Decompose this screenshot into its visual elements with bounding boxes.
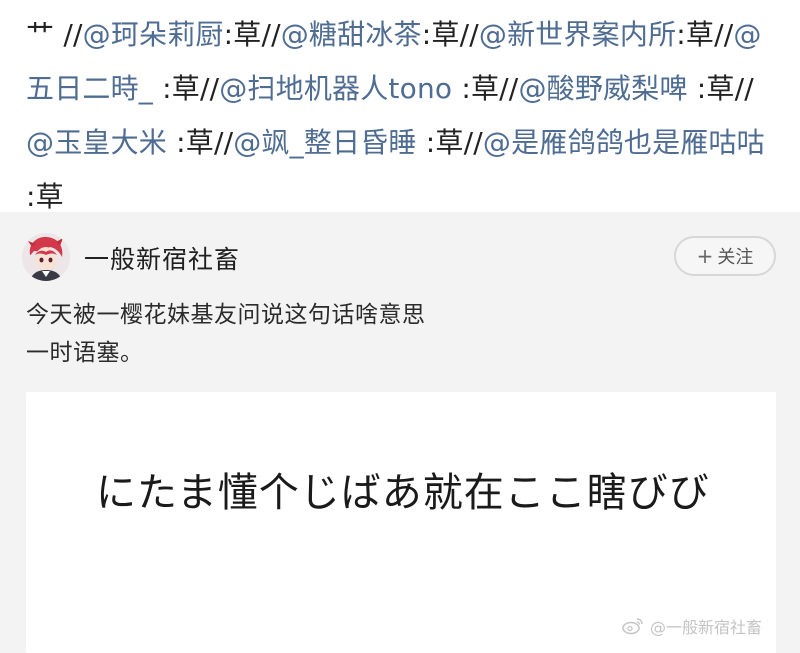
mention-link[interactable]: @玉皇大米: [26, 126, 176, 159]
repost-entry: //@飒_整日昏睡 :草: [214, 126, 464, 159]
mention-link[interactable]: @飒_整日昏睡: [233, 126, 426, 159]
repost-reply: 草: [233, 18, 262, 51]
repost-entry: //@扫地机器人tono :草: [200, 72, 499, 105]
mention-link[interactable]: @是雁鸽鸽也是雁咕咕: [483, 126, 765, 159]
follow-button[interactable]: + 关注: [674, 236, 776, 276]
repost-chain: 艹 //@珂朵莉厨:草//@糖甜冰茶:草//@新世界案内所:草//@五日二時_ …: [0, 0, 800, 213]
weibo-logo-icon: [622, 617, 644, 639]
leading-glyph: 艹: [26, 18, 55, 51]
image-caption-text: にたま懂个じばあ就在ここ瞎びび: [96, 470, 710, 516]
avatar[interactable]: [22, 233, 70, 281]
repost-colon: :: [223, 18, 234, 51]
repost-reply: 草: [435, 126, 464, 159]
repost-separator: //: [63, 18, 83, 51]
repost-separator: //: [213, 126, 234, 159]
repost-reply: 草: [431, 18, 460, 51]
repost-colon: :: [162, 72, 172, 105]
post-text: 今天被一樱花妹基友问说这句话啥意思 一时语塞。: [26, 296, 766, 372]
repost-entry: //@珂朵莉厨:草: [63, 18, 261, 51]
repost-colon: :: [696, 72, 707, 105]
repost-colon: :: [425, 126, 436, 159]
avatar-image: [22, 233, 70, 281]
repost-reply: 草: [706, 72, 735, 105]
repost-entry: //@糖甜冰茶:草: [261, 18, 459, 51]
repost-reply: 草: [171, 72, 200, 105]
watermark-text: @一般新宿社畜: [649, 617, 762, 637]
post-text-line: 今天被一樱花妹基友问说这句话啥意思: [26, 302, 426, 328]
repost-colon: :: [461, 72, 471, 105]
repost-separator: //: [463, 126, 483, 159]
repost-separator: //: [714, 18, 734, 51]
repost-separator: //: [734, 72, 754, 105]
post-header: 一般新宿社畜 + 关注: [0, 212, 800, 294]
mention-link[interactable]: @珂朵莉厨: [83, 18, 224, 51]
weibo-watermark: @一般新宿社畜: [622, 614, 762, 640]
repost-chain-text: 艹 //@珂朵莉厨:草//@糖甜冰茶:草//@新世界案内所:草//@五日二時_ …: [26, 8, 774, 224]
repost-reply: 草: [470, 72, 500, 105]
repost-separator: //: [459, 18, 479, 51]
follow-label: 关注: [717, 247, 754, 268]
original-post-card[interactable]: 一般新宿社畜 + 关注 今天被一樱花妹基友问说这句话啥意思 一时语塞。 にたま懂个…: [0, 212, 800, 653]
repost-reply: 草: [35, 180, 64, 213]
repost-separator: //: [499, 72, 519, 105]
repost-colon: :: [26, 180, 36, 213]
repost-separator: //: [261, 18, 281, 51]
repost-separator: //: [199, 72, 220, 105]
repost-entry: //@新世界案内所:草: [460, 18, 715, 51]
repost-colon: :: [176, 126, 186, 159]
repost-reply: 草: [185, 126, 214, 159]
repost-colon: :: [676, 18, 686, 51]
mention-link[interactable]: @扫地机器人tono: [219, 72, 461, 105]
mention-link[interactable]: @新世界案内所: [479, 18, 676, 51]
mention-link[interactable]: @酸野威梨啤: [518, 72, 696, 105]
repost-reply: 草: [685, 18, 715, 51]
post-image[interactable]: にたま懂个じばあ就在ここ瞎びび @一般新宿社畜: [26, 392, 776, 653]
repost-colon: :: [421, 18, 432, 51]
post-text-line: 一时语塞。: [26, 340, 144, 366]
mention-link[interactable]: @糖甜冰茶: [281, 18, 422, 51]
plus-icon: +: [696, 244, 714, 268]
repost-entry: //@酸野威梨啤 :草: [499, 72, 734, 105]
author-name[interactable]: 一般新宿社畜: [84, 240, 240, 276]
